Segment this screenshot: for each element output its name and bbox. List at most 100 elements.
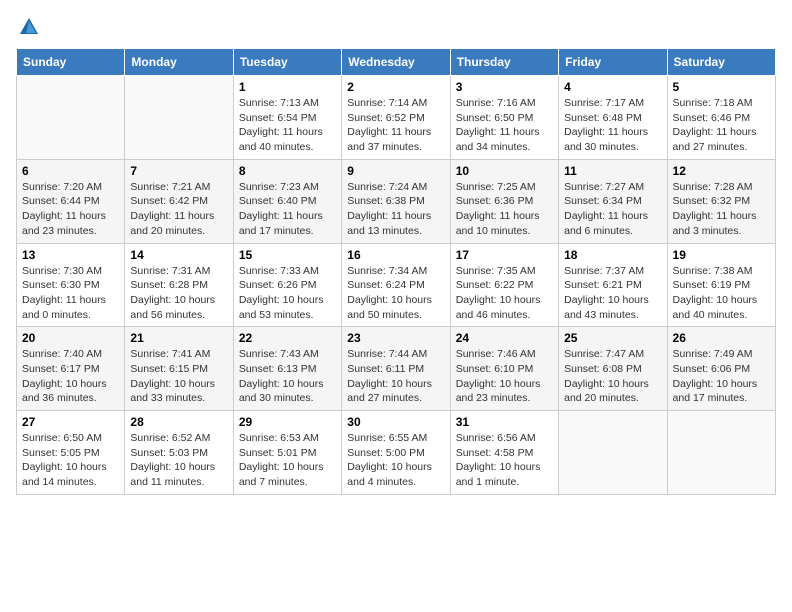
cell-content: Sunrise: 7:20 AM Sunset: 6:44 PM Dayligh…	[22, 180, 119, 239]
day-number: 11	[564, 164, 661, 178]
calendar-cell: 11 Sunrise: 7:27 AM Sunset: 6:34 PM Dayli…	[559, 159, 667, 243]
calendar-week-row: 13 Sunrise: 7:30 AM Sunset: 6:30 PM Dayli…	[17, 243, 776, 327]
cell-content: Sunrise: 7:34 AM Sunset: 6:24 PM Dayligh…	[347, 264, 444, 323]
day-header-monday: Monday	[125, 49, 233, 76]
cell-content: Sunrise: 7:38 AM Sunset: 6:19 PM Dayligh…	[673, 264, 770, 323]
calendar-cell: 20Sunrise: 7:40 AM Sunset: 6:17 PM Dayli…	[17, 327, 125, 411]
calendar-cell	[17, 76, 125, 160]
calendar-week-row: 27Sunrise: 6:50 AM Sunset: 5:05 PM Dayli…	[17, 411, 776, 495]
calendar-cell: 13 Sunrise: 7:30 AM Sunset: 6:30 PM Dayli…	[17, 243, 125, 327]
day-header-friday: Friday	[559, 49, 667, 76]
calendar-cell: 31 Sunrise: 6:56 AM Sunset: 4:58 PM Dayli…	[450, 411, 558, 495]
calendar-cell: 12Sunrise: 7:28 AM Sunset: 6:32 PM Dayli…	[667, 159, 775, 243]
cell-content: Sunrise: 7:23 AM Sunset: 6:40 PM Dayligh…	[239, 180, 336, 239]
calendar-cell	[667, 411, 775, 495]
calendar-cell: 4 Sunrise: 7:17 AM Sunset: 6:48 PM Daylig…	[559, 76, 667, 160]
calendar-cell: 30 Sunrise: 6:55 AM Sunset: 5:00 PM Dayli…	[342, 411, 450, 495]
day-number: 28	[130, 415, 227, 429]
day-number: 3	[456, 80, 553, 94]
calendar-table: SundayMondayTuesdayWednesdayThursdayFrid…	[16, 48, 776, 495]
day-number: 13	[22, 248, 119, 262]
cell-content: Sunrise: 7:49 AM Sunset: 6:06 PM Dayligh…	[673, 347, 770, 406]
day-number: 1	[239, 80, 336, 94]
day-number: 30	[347, 415, 444, 429]
day-header-tuesday: Tuesday	[233, 49, 341, 76]
day-number: 12	[673, 164, 770, 178]
day-number: 24	[456, 331, 553, 345]
cell-content: Sunrise: 7:21 AM Sunset: 6:42 PM Dayligh…	[130, 180, 227, 239]
cell-content: Sunrise: 7:35 AM Sunset: 6:22 PM Dayligh…	[456, 264, 553, 323]
logo	[16, 16, 40, 38]
day-number: 31	[456, 415, 553, 429]
calendar-cell	[125, 76, 233, 160]
calendar-cell: 8Sunrise: 7:23 AM Sunset: 6:40 PM Daylig…	[233, 159, 341, 243]
calendar-cell: 14Sunrise: 7:31 AM Sunset: 6:28 PM Dayli…	[125, 243, 233, 327]
day-number: 15	[239, 248, 336, 262]
day-number: 6	[22, 164, 119, 178]
day-number: 29	[239, 415, 336, 429]
calendar-cell: 17 Sunrise: 7:35 AM Sunset: 6:22 PM Dayli…	[450, 243, 558, 327]
day-number: 27	[22, 415, 119, 429]
calendar-cell: 1 Sunrise: 7:13 AM Sunset: 6:54 PM Daylig…	[233, 76, 341, 160]
day-number: 17	[456, 248, 553, 262]
day-number: 2	[347, 80, 444, 94]
cell-content: Sunrise: 7:16 AM Sunset: 6:50 PM Dayligh…	[456, 96, 553, 155]
day-number: 7	[130, 164, 227, 178]
day-number: 16	[347, 248, 444, 262]
calendar-cell: 25 Sunrise: 7:47 AM Sunset: 6:08 PM Dayli…	[559, 327, 667, 411]
calendar-cell: 3 Sunrise: 7:16 AM Sunset: 6:50 PM Daylig…	[450, 76, 558, 160]
cell-content: Sunrise: 6:55 AM Sunset: 5:00 PM Dayligh…	[347, 431, 444, 490]
cell-content: Sunrise: 7:41 AM Sunset: 6:15 PM Dayligh…	[130, 347, 227, 406]
cell-content: Sunrise: 7:44 AM Sunset: 6:11 PM Dayligh…	[347, 347, 444, 406]
cell-content: Sunrise: 7:30 AM Sunset: 6:30 PM Dayligh…	[22, 264, 119, 323]
cell-content: Sunrise: 7:13 AM Sunset: 6:54 PM Dayligh…	[239, 96, 336, 155]
cell-content: Sunrise: 7:46 AM Sunset: 6:10 PM Dayligh…	[456, 347, 553, 406]
day-number: 26	[673, 331, 770, 345]
day-number: 21	[130, 331, 227, 345]
day-number: 25	[564, 331, 661, 345]
calendar-cell: 23 Sunrise: 7:44 AM Sunset: 6:11 PM Dayli…	[342, 327, 450, 411]
cell-content: Sunrise: 7:24 AM Sunset: 6:38 PM Dayligh…	[347, 180, 444, 239]
cell-content: Sunrise: 6:53 AM Sunset: 5:01 PM Dayligh…	[239, 431, 336, 490]
day-number: 22	[239, 331, 336, 345]
calendar-cell: 7 Sunrise: 7:21 AM Sunset: 6:42 PM Daylig…	[125, 159, 233, 243]
calendar-header-row: SundayMondayTuesdayWednesdayThursdayFrid…	[17, 49, 776, 76]
calendar-cell: 15Sunrise: 7:33 AM Sunset: 6:26 PM Dayli…	[233, 243, 341, 327]
calendar-cell: 19 Sunrise: 7:38 AM Sunset: 6:19 PM Dayli…	[667, 243, 775, 327]
day-header-saturday: Saturday	[667, 49, 775, 76]
day-header-sunday: Sunday	[17, 49, 125, 76]
cell-content: Sunrise: 7:37 AM Sunset: 6:21 PM Dayligh…	[564, 264, 661, 323]
calendar-cell: 26 Sunrise: 7:49 AM Sunset: 6:06 PM Dayli…	[667, 327, 775, 411]
day-header-wednesday: Wednesday	[342, 49, 450, 76]
cell-content: Sunrise: 7:14 AM Sunset: 6:52 PM Dayligh…	[347, 96, 444, 155]
calendar-cell: 22 Sunrise: 7:43 AM Sunset: 6:13 PM Dayli…	[233, 327, 341, 411]
calendar-cell: 28Sunrise: 6:52 AM Sunset: 5:03 PM Dayli…	[125, 411, 233, 495]
day-number: 18	[564, 248, 661, 262]
cell-content: Sunrise: 7:47 AM Sunset: 6:08 PM Dayligh…	[564, 347, 661, 406]
calendar-cell: 16 Sunrise: 7:34 AM Sunset: 6:24 PM Dayli…	[342, 243, 450, 327]
day-number: 5	[673, 80, 770, 94]
day-number: 4	[564, 80, 661, 94]
calendar-cell: 5 Sunrise: 7:18 AM Sunset: 6:46 PM Daylig…	[667, 76, 775, 160]
calendar-week-row: 20Sunrise: 7:40 AM Sunset: 6:17 PM Dayli…	[17, 327, 776, 411]
page-header	[16, 16, 776, 38]
calendar-cell	[559, 411, 667, 495]
day-number: 20	[22, 331, 119, 345]
day-number: 14	[130, 248, 227, 262]
cell-content: Sunrise: 7:17 AM Sunset: 6:48 PM Dayligh…	[564, 96, 661, 155]
cell-content: Sunrise: 7:27 AM Sunset: 6:34 PM Dayligh…	[564, 180, 661, 239]
calendar-cell: 6 Sunrise: 7:20 AM Sunset: 6:44 PM Daylig…	[17, 159, 125, 243]
logo-icon	[18, 16, 40, 38]
day-number: 19	[673, 248, 770, 262]
day-number: 23	[347, 331, 444, 345]
calendar-cell: 29 Sunrise: 6:53 AM Sunset: 5:01 PM Dayli…	[233, 411, 341, 495]
calendar-cell: 18 Sunrise: 7:37 AM Sunset: 6:21 PM Dayli…	[559, 243, 667, 327]
calendar-cell: 2 Sunrise: 7:14 AM Sunset: 6:52 PM Daylig…	[342, 76, 450, 160]
calendar-cell: 21 Sunrise: 7:41 AM Sunset: 6:15 PM Dayli…	[125, 327, 233, 411]
cell-content: Sunrise: 7:18 AM Sunset: 6:46 PM Dayligh…	[673, 96, 770, 155]
cell-content: Sunrise: 7:43 AM Sunset: 6:13 PM Dayligh…	[239, 347, 336, 406]
cell-content: Sunrise: 6:56 AM Sunset: 4:58 PM Dayligh…	[456, 431, 553, 490]
day-number: 9	[347, 164, 444, 178]
day-header-thursday: Thursday	[450, 49, 558, 76]
calendar-cell: 10Sunrise: 7:25 AM Sunset: 6:36 PM Dayli…	[450, 159, 558, 243]
